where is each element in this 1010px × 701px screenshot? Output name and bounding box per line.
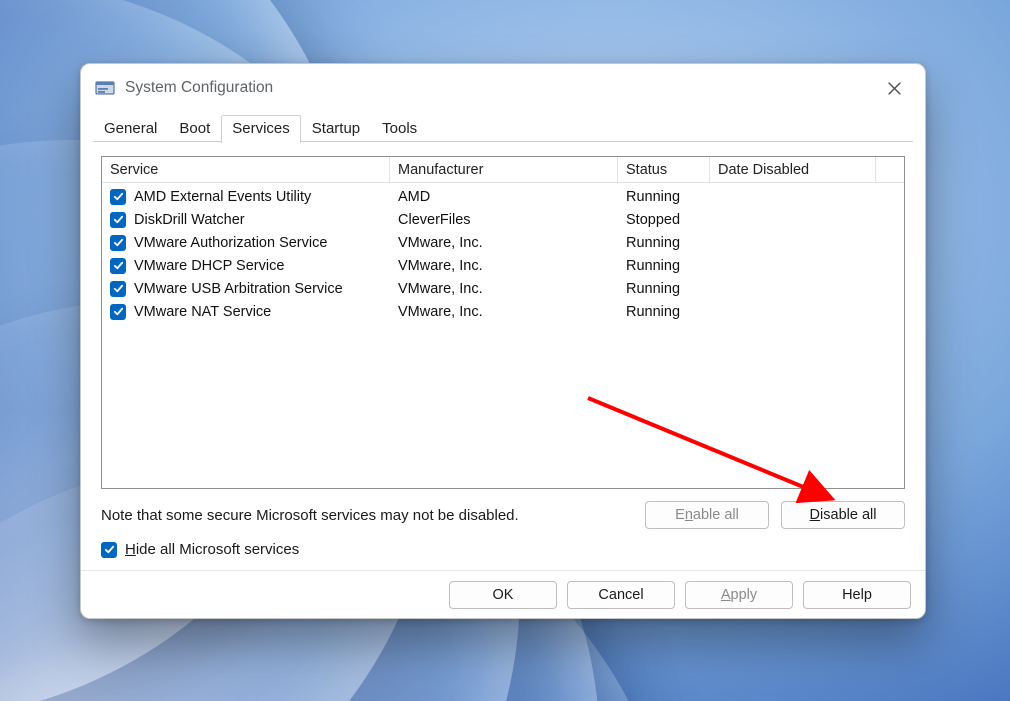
service-name: VMware Authorization Service bbox=[134, 235, 327, 251]
system-configuration-window: System Configuration General Boot Servic… bbox=[80, 63, 926, 619]
date-disabled-cell bbox=[710, 208, 904, 231]
table-row[interactable]: VMware DHCP Service VMware, Inc.Running bbox=[102, 254, 904, 277]
date-disabled-cell bbox=[710, 300, 904, 323]
hide-ms-services-row: Hide all Microsoft services bbox=[101, 541, 905, 558]
close-button[interactable] bbox=[871, 72, 917, 104]
column-header-manufacturer[interactable]: Manufacturer bbox=[390, 157, 618, 182]
manufacturer-cell: VMware, Inc. bbox=[390, 231, 618, 254]
service-cell: AMD External Events Utility bbox=[102, 185, 390, 208]
enable-all-button[interactable]: Enable all bbox=[645, 501, 769, 529]
column-header-tail[interactable] bbox=[876, 157, 904, 182]
service-checkbox[interactable] bbox=[110, 235, 126, 251]
table-row[interactable]: VMware Authorization Service VMware, Inc.… bbox=[102, 231, 904, 254]
titlebar[interactable]: System Configuration bbox=[81, 64, 925, 113]
service-name: VMware DHCP Service bbox=[134, 258, 284, 274]
check-icon bbox=[113, 237, 124, 248]
manufacturer-cell: CleverFiles bbox=[390, 208, 618, 231]
secure-services-note: Note that some secure Microsoft services… bbox=[101, 507, 633, 524]
table-row[interactable]: VMware NAT Service VMware, Inc.Running bbox=[102, 300, 904, 323]
manufacturer-cell: AMD bbox=[390, 185, 618, 208]
table-row[interactable]: AMD External Events Utility AMDRunning bbox=[102, 185, 904, 208]
service-checkbox[interactable] bbox=[110, 212, 126, 228]
tabstrip: General Boot Services Startup Tools bbox=[81, 113, 925, 142]
column-header-status[interactable]: Status bbox=[618, 157, 710, 182]
column-header-date-disabled[interactable]: Date Disabled bbox=[710, 157, 876, 182]
status-cell: Running bbox=[618, 254, 710, 277]
service-checkbox[interactable] bbox=[110, 304, 126, 320]
check-icon bbox=[113, 283, 124, 294]
service-name: AMD External Events Utility bbox=[134, 189, 311, 205]
status-cell: Running bbox=[618, 185, 710, 208]
column-header-service[interactable]: Service bbox=[102, 157, 390, 182]
date-disabled-cell bbox=[710, 185, 904, 208]
msconfig-icon bbox=[95, 78, 115, 98]
ok-button[interactable]: OK bbox=[449, 581, 557, 609]
service-checkbox[interactable] bbox=[110, 258, 126, 274]
cancel-button[interactable]: Cancel bbox=[567, 581, 675, 609]
service-cell: VMware NAT Service bbox=[102, 300, 390, 323]
check-icon bbox=[113, 260, 124, 271]
service-checkbox[interactable] bbox=[110, 189, 126, 205]
status-cell: Stopped bbox=[618, 208, 710, 231]
dialog-footer: OK Cancel Apply Help bbox=[81, 571, 925, 618]
tab-boot[interactable]: Boot bbox=[168, 115, 221, 142]
disable-all-button[interactable]: Disable all bbox=[781, 501, 905, 529]
under-list-row: Note that some secure Microsoft services… bbox=[101, 501, 905, 529]
service-cell: VMware DHCP Service bbox=[102, 254, 390, 277]
check-icon bbox=[113, 214, 124, 225]
hide-ms-services-checkbox[interactable] bbox=[101, 542, 117, 558]
manufacturer-cell: VMware, Inc. bbox=[390, 277, 618, 300]
services-list-header: Service Manufacturer Status Date Disable… bbox=[102, 157, 904, 183]
window-title: System Configuration bbox=[125, 79, 273, 97]
tab-startup[interactable]: Startup bbox=[301, 115, 371, 142]
service-name: DiskDrill Watcher bbox=[134, 212, 245, 228]
services-list[interactable]: Service Manufacturer Status Date Disable… bbox=[101, 156, 905, 489]
manufacturer-cell: VMware, Inc. bbox=[390, 254, 618, 277]
manufacturer-cell: VMware, Inc. bbox=[390, 300, 618, 323]
hide-ms-services-label[interactable]: Hide all Microsoft services bbox=[125, 541, 299, 558]
service-name: VMware USB Arbitration Service bbox=[134, 281, 343, 297]
service-name: VMware NAT Service bbox=[134, 304, 271, 320]
tab-general[interactable]: General bbox=[93, 115, 168, 142]
date-disabled-cell bbox=[710, 231, 904, 254]
services-tab-content: Service Manufacturer Status Date Disable… bbox=[81, 142, 925, 570]
service-cell: VMware Authorization Service bbox=[102, 231, 390, 254]
table-row[interactable]: DiskDrill Watcher CleverFilesStopped bbox=[102, 208, 904, 231]
check-icon bbox=[113, 306, 124, 317]
tab-services[interactable]: Services bbox=[221, 115, 301, 143]
apply-button[interactable]: Apply bbox=[685, 581, 793, 609]
table-row[interactable]: VMware USB Arbitration Service VMware, In… bbox=[102, 277, 904, 300]
service-checkbox[interactable] bbox=[110, 281, 126, 297]
status-cell: Running bbox=[618, 300, 710, 323]
status-cell: Running bbox=[618, 277, 710, 300]
services-list-body: AMD External Events UtilityAMDRunningDis… bbox=[102, 183, 904, 488]
tab-tools[interactable]: Tools bbox=[371, 115, 428, 142]
check-icon bbox=[113, 191, 124, 202]
close-icon bbox=[888, 82, 901, 95]
help-button[interactable]: Help bbox=[803, 581, 911, 609]
date-disabled-cell bbox=[710, 254, 904, 277]
service-cell: DiskDrill Watcher bbox=[102, 208, 390, 231]
service-cell: VMware USB Arbitration Service bbox=[102, 277, 390, 300]
status-cell: Running bbox=[618, 231, 710, 254]
check-icon bbox=[104, 544, 115, 555]
date-disabled-cell bbox=[710, 277, 904, 300]
